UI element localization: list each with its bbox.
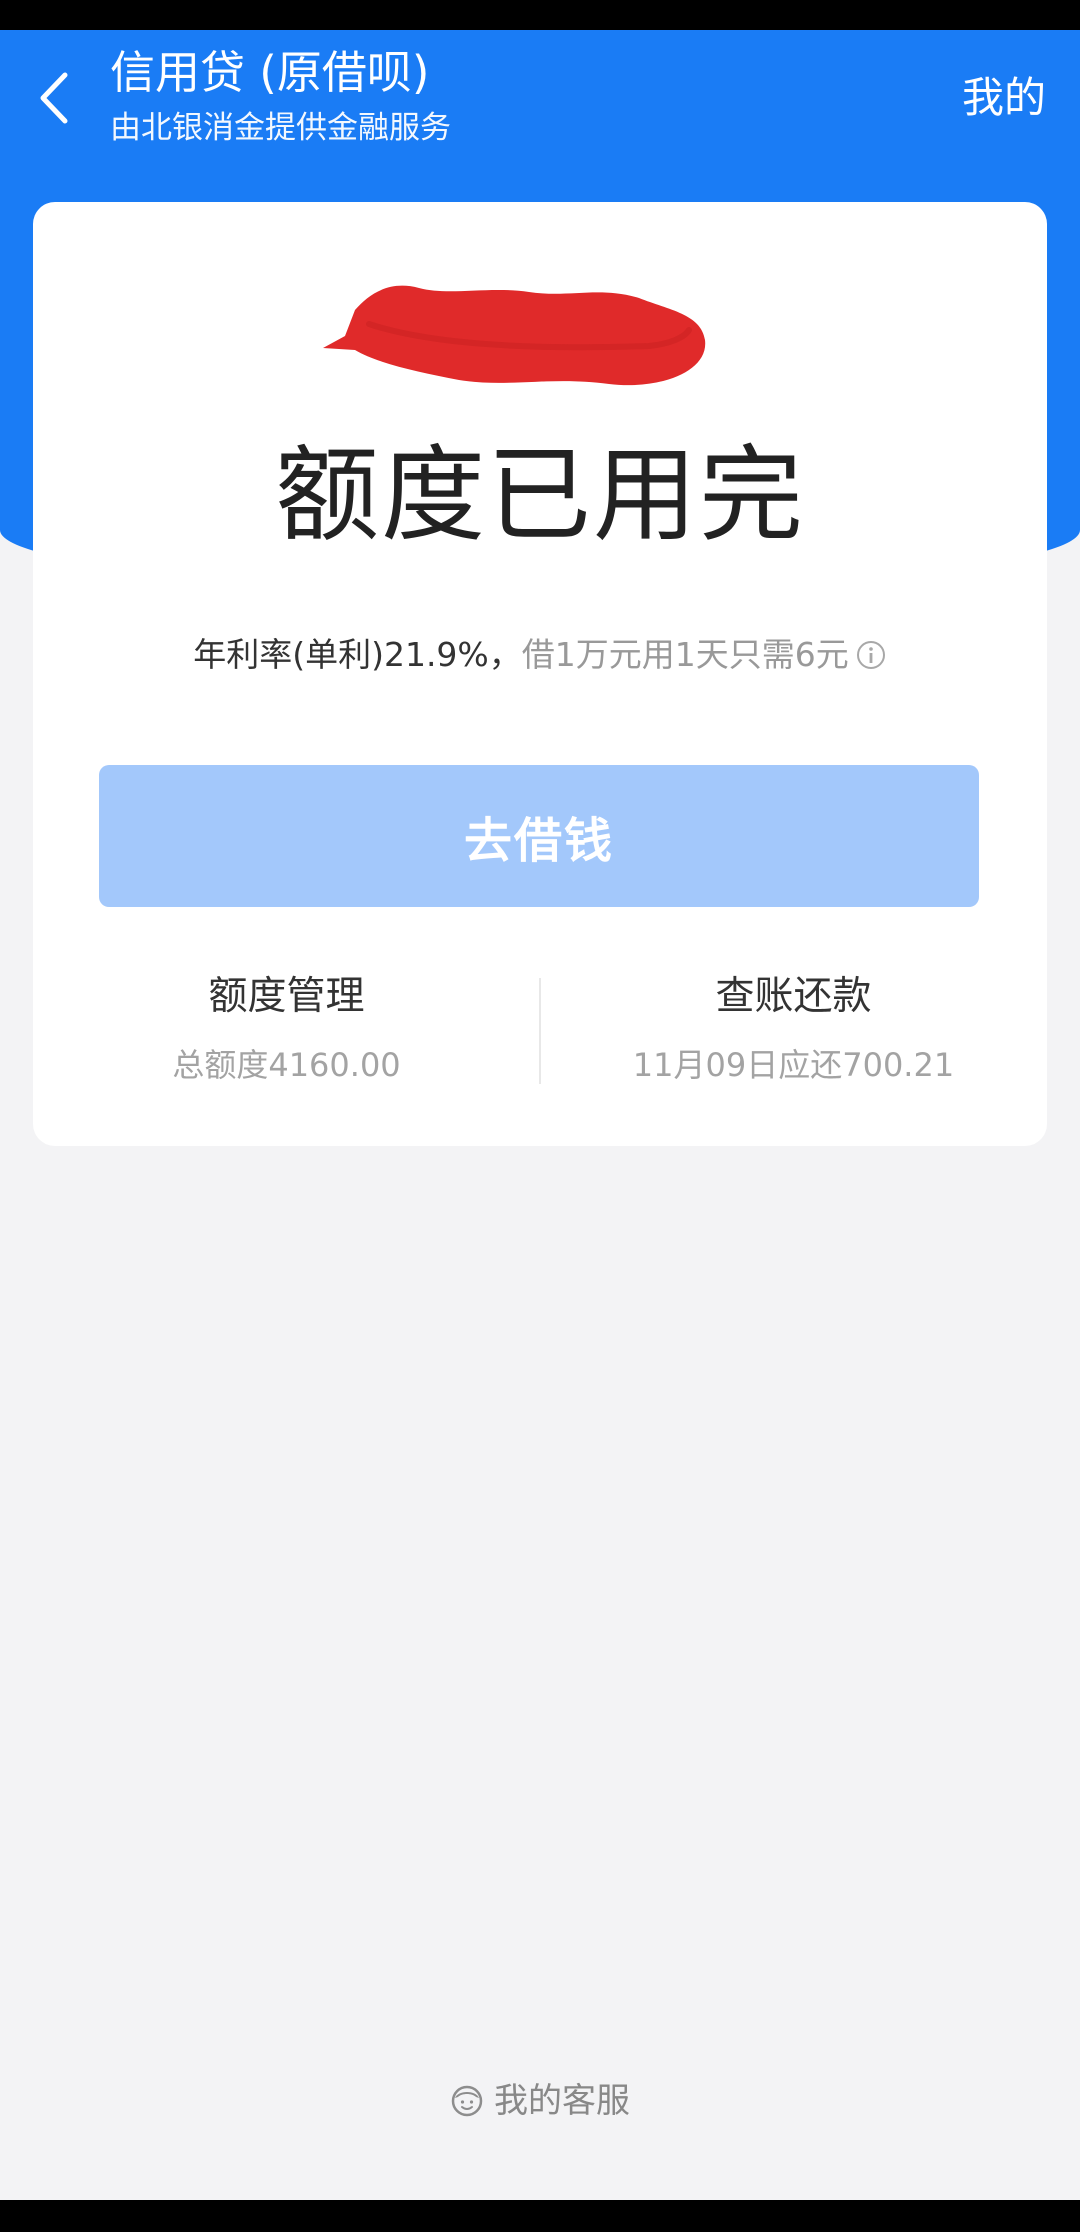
bill-repayment-label: 查账还款 [715,974,872,1019]
annual-rate-text: 年利率(单利)21.9%， [193,635,522,674]
customer-service-link[interactable]: 我的客服 [0,2076,1080,2126]
system-nav-bar [0,2200,1080,2232]
customer-service-icon [450,2084,484,2118]
total-quota-text: 总额度4160.00 [172,1046,401,1084]
redaction-scribble [309,254,709,398]
quota-management-button[interactable]: 额度管理 总额度4160.00 [33,960,540,1110]
daily-cost-text: 借1万元用1天只需6元 [521,635,849,674]
bill-repayment-button[interactable]: 查账还款 11月09日应还700.21 [540,960,1047,1110]
quota-management-label: 额度管理 [208,974,365,1019]
repayment-due-text: 11月09日应还700.21 [632,1046,955,1084]
mine-link[interactable]: 我的 [962,70,1046,126]
borrow-button[interactable]: 去借钱 [99,765,979,907]
status-bar [0,0,1080,30]
back-button[interactable] [22,60,86,136]
page-subtitle: 由北银消金提供金融服务 [110,110,451,146]
header-titles: 信用贷 (原借呗) 由北银消金提供金融服务 [110,44,451,150]
quota-status-text: 额度已用完 [274,434,805,556]
back-arrow-icon [40,72,68,124]
customer-service-label: 我的客服 [494,2081,630,2121]
page-title: 信用贷 (原借呗) [110,46,430,99]
info-icon[interactable] [855,639,887,671]
credit-card-panel: 额度已用完 年利率(单利)21.9%， 借1万元用1天只需6元 去借钱 额度管理… [33,202,1047,1146]
interest-rate-line: 年利率(单利)21.9%， 借1万元用1天只需6元 [33,632,1047,678]
